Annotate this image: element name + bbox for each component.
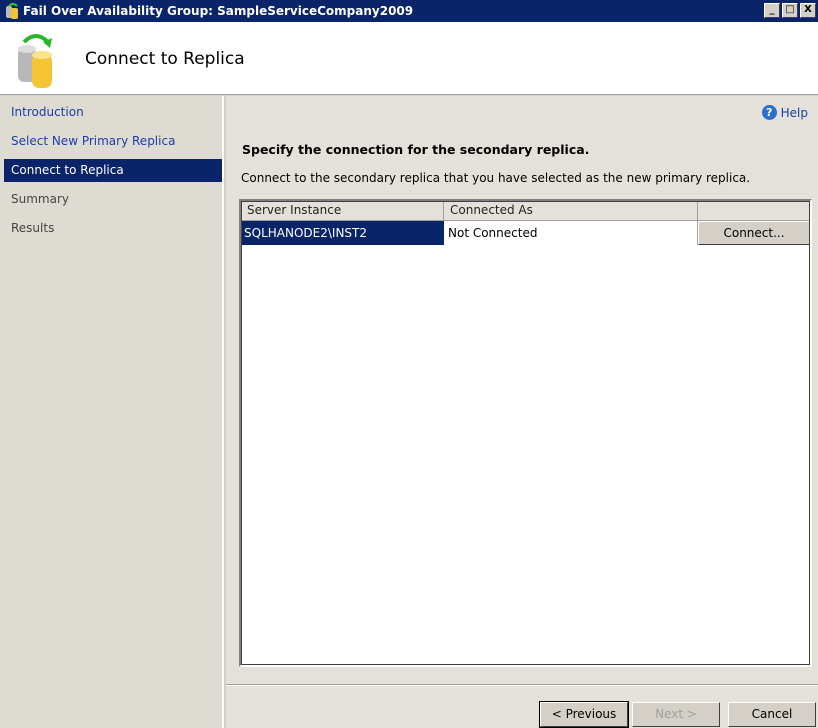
wizard-header: Connect to Replica bbox=[0, 22, 818, 95]
sidebar-item-select-new-primary-replica[interactable]: Select New Primary Replica bbox=[0, 127, 222, 156]
title-bar: Fail Over Availability Group: SampleServ… bbox=[0, 0, 818, 22]
footer-divider bbox=[226, 684, 818, 686]
page-title: Connect to Replica bbox=[85, 49, 245, 69]
help-label: Help bbox=[780, 105, 808, 120]
connect-button[interactable]: Connect... bbox=[698, 221, 810, 245]
grid-header: Server Instance Connected As bbox=[241, 201, 810, 221]
wizard-steps-sidebar: Introduction Select New Primary Replica … bbox=[0, 96, 224, 728]
column-header-server-instance: Server Instance bbox=[241, 201, 444, 221]
window-title: Fail Over Availability Group: SampleServ… bbox=[23, 4, 414, 18]
sidebar-item-results: Results bbox=[11, 221, 55, 235]
column-header-action bbox=[698, 201, 810, 221]
close-button[interactable]: X bbox=[800, 3, 816, 18]
maximize-button[interactable]: □ bbox=[782, 3, 798, 18]
connected-as-cell: Not Connected bbox=[444, 221, 698, 245]
replica-grid: Server Instance Connected As SQLHANODE2\… bbox=[239, 199, 812, 667]
help-link[interactable]: ? Help bbox=[761, 105, 808, 120]
app-icon bbox=[5, 3, 19, 19]
main-panel: ? Help Specify the connection for the sec… bbox=[226, 96, 818, 728]
minimize-button[interactable]: _ bbox=[764, 3, 780, 18]
sidebar-item-introduction[interactable]: Introduction bbox=[0, 98, 222, 127]
section-description: Connect to the secondary replica that yo… bbox=[241, 171, 751, 185]
server-instance-cell[interactable]: SQLHANODE2\INST2 bbox=[241, 221, 444, 245]
column-header-connected-as: Connected As bbox=[444, 201, 698, 221]
sidebar-item-summary: Summary bbox=[11, 192, 69, 206]
help-icon: ? bbox=[761, 105, 777, 120]
table-row[interactable]: SQLHANODE2\INST2 Not Connected Connect..… bbox=[241, 221, 810, 245]
section-heading: Specify the connection for the secondary… bbox=[242, 142, 590, 157]
cancel-button[interactable]: Cancel bbox=[728, 702, 816, 727]
sidebar-item-connect-to-replica[interactable]: Connect to Replica bbox=[4, 159, 222, 182]
next-button: Next > bbox=[632, 702, 720, 727]
database-failover-icon bbox=[14, 30, 62, 90]
previous-button[interactable]: < Previous bbox=[539, 701, 629, 728]
